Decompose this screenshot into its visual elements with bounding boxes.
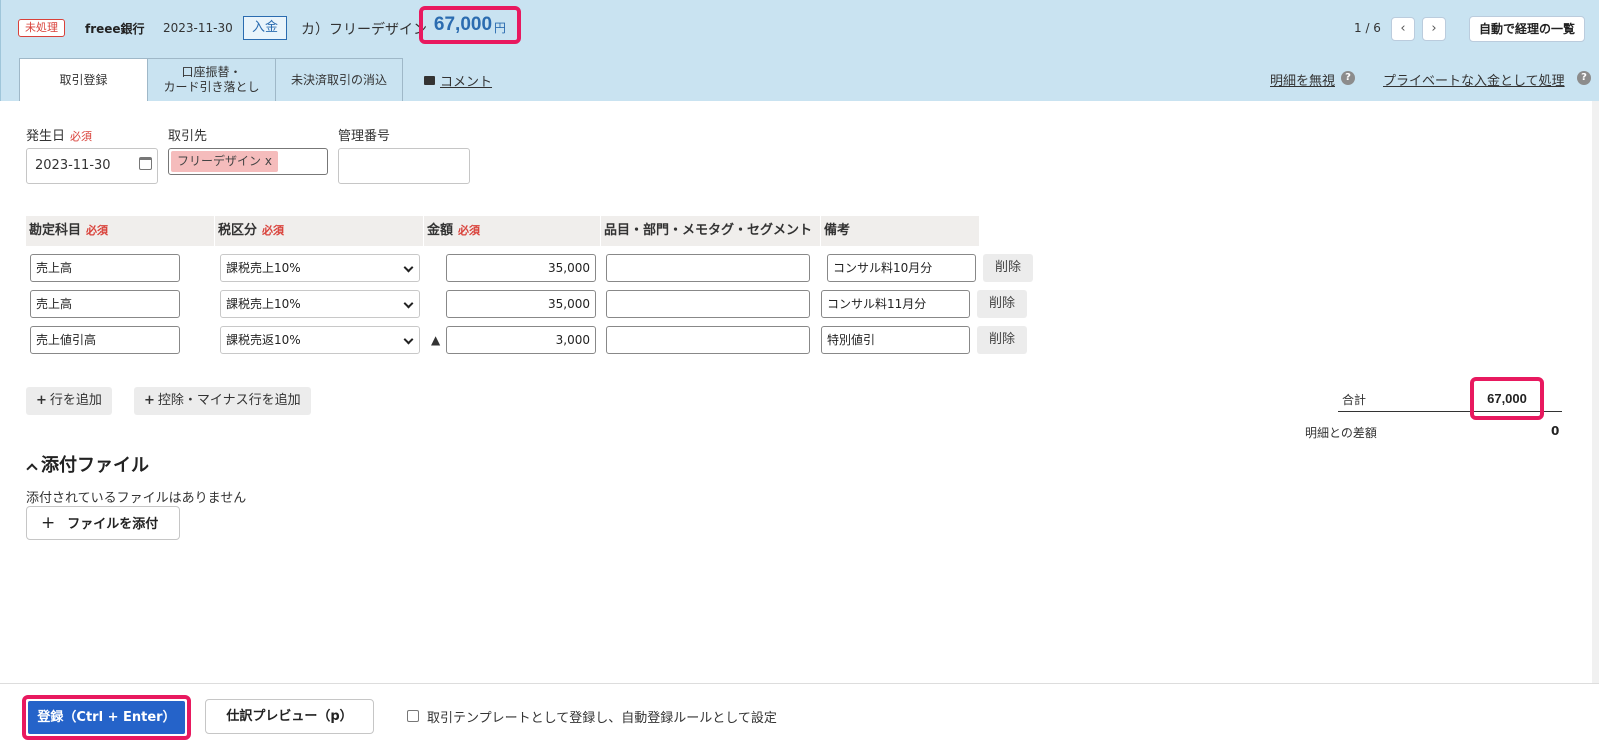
no-attachment-text: 添付されているファイルはありません (26, 491, 247, 506)
delete-row-button[interactable]: 削除 (977, 290, 1027, 318)
add-minus-row-label: 控除・マイナス行を追加 (157, 393, 301, 408)
required-mark: 必須 (86, 224, 109, 237)
auto-list-button[interactable]: 自動で経理の一覧 (1469, 16, 1586, 42)
amount-input[interactable]: 3,000 (446, 326, 596, 354)
currency-label: 円 (494, 20, 507, 35)
total-label: 合計 (1342, 393, 1367, 407)
tax-select[interactable]: 課税売上10% (220, 254, 420, 282)
partner-name: カ）フリーデザイン (301, 22, 427, 38)
difference-value: 0 (1551, 424, 1560, 438)
transaction-date: 2023-11-30 (163, 21, 233, 35)
item-input[interactable] (606, 254, 810, 282)
journal-preview-button[interactable]: 仕訳プレビュー（p） (205, 699, 374, 734)
date-label: 発生日 必須 (26, 125, 92, 144)
tab-label: 口座振替・ カード引き落とし (163, 65, 260, 94)
tab-account-transfer[interactable]: 口座振替・ カード引き落とし (147, 58, 276, 101)
note-input[interactable]: 特別値引 (821, 326, 970, 354)
header-amount-text: 金額 (427, 223, 454, 238)
management-number-label: 管理番号 (338, 129, 391, 144)
calendar-icon[interactable] (139, 157, 152, 170)
chevron-down-icon (403, 334, 414, 345)
header-account-text: 勘定科目 (29, 223, 82, 238)
account-input[interactable]: 売上高 (30, 254, 180, 282)
note-input[interactable]: コンサル料11月分 (821, 290, 970, 318)
header-item: 品目・部門・メモタグ・セグメント (601, 216, 820, 246)
header-amount: 金額 必須 (424, 216, 600, 246)
header-account: 勘定科目 必須 (26, 216, 214, 246)
minus-mark: ▲ (431, 333, 441, 347)
attachments-toggle[interactable]: 添付ファイル (26, 451, 149, 477)
amount-input[interactable]: 35,000 (446, 254, 596, 282)
add-minus-row-button[interactable]: + 控除・マイナス行を追加 (134, 387, 311, 415)
chevron-down-icon (403, 298, 414, 309)
date-label-text: 発生日 (26, 129, 66, 144)
tab-label: 未決済取引の消込 (290, 72, 387, 87)
plus-icon: + (144, 393, 155, 408)
next-page-button[interactable]: › (1422, 17, 1446, 41)
delete-row-button[interactable]: 削除 (983, 254, 1033, 282)
delete-row-button[interactable]: 削除 (977, 326, 1027, 354)
add-row-button[interactable]: + 行を追加 (26, 387, 112, 415)
amount-input[interactable]: 35,000 (446, 290, 596, 318)
app: 未処理 freee銀行 2023-11-30 入金 カ）フリーデザイン 67,0… (0, 0, 1599, 750)
private-deposit-link[interactable]: プライベートな入金として処理 (1383, 70, 1565, 89)
note-input[interactable]: コンサル料10月分 (827, 254, 976, 282)
prev-page-button[interactable]: ‹ (1391, 17, 1415, 41)
attach-file-label: ファイルを添付 (67, 517, 159, 532)
tab-register[interactable]: 取引登録 (19, 58, 148, 101)
attachments-title: 添付ファイル (41, 455, 149, 476)
status-badge: 未処理 (18, 19, 65, 37)
tab-reconcile[interactable]: 未決済取引の消込 (275, 58, 403, 101)
add-row-label: 行を追加 (49, 393, 102, 408)
help-icon[interactable]: ? (1341, 71, 1355, 85)
management-number-input[interactable] (338, 148, 470, 184)
template-checkbox-label[interactable]: 取引テンプレートとして登録し、自動登録ルールとして設定 (427, 707, 777, 726)
pager-indicator: 1 / 6 (1354, 21, 1381, 35)
header-note: 備考 (821, 216, 979, 246)
header-tax: 税区分 必須 (215, 216, 423, 246)
chevron-down-icon (403, 262, 414, 273)
tax-select-value: 課税売上10% (226, 261, 301, 275)
item-input[interactable] (606, 326, 810, 354)
comment-label: コメント (440, 75, 493, 90)
header-tax-text: 税区分 (218, 223, 258, 238)
help-icon[interactable]: ? (1577, 71, 1591, 85)
difference-label: 明細との差額 (1305, 426, 1377, 440)
tax-select[interactable]: 課税売返10% (220, 326, 420, 354)
required-mark: 必須 (70, 130, 93, 143)
transaction-type-badge: 入金 (243, 16, 287, 40)
comment-link[interactable]: コメント (424, 71, 492, 90)
plus-icon: + (41, 513, 56, 533)
scrollbar[interactable] (1592, 101, 1599, 683)
transaction-header: 未処理 freee銀行 2023-11-30 入金 カ）フリーデザイン 67,0… (0, 0, 1599, 101)
bank-name: freee銀行 (85, 22, 145, 36)
partner-tag[interactable]: フリーデザイン x (171, 151, 278, 172)
ignore-statement-link[interactable]: 明細を無視 (1270, 70, 1335, 89)
chevron-up-icon (26, 463, 38, 475)
attach-file-button[interactable]: + ファイルを添付 (26, 506, 180, 540)
account-input[interactable]: 売上高 (30, 290, 180, 318)
plus-icon: + (36, 393, 47, 408)
header-amount: 67,000 (433, 14, 493, 35)
template-checkbox[interactable] (407, 710, 419, 722)
tax-select-value: 課税売返10% (226, 333, 301, 347)
required-mark: 必須 (458, 224, 481, 237)
total-value: 67,000 (1470, 377, 1544, 420)
amount-highlight: 67,000 円 (419, 6, 521, 44)
comment-icon (424, 76, 435, 85)
account-input[interactable]: 売上値引高 (30, 326, 180, 354)
partner-label: 取引先 (168, 129, 208, 144)
submit-button[interactable]: 登録（Ctrl + Enter） (28, 701, 185, 734)
tab-label: 取引登録 (59, 72, 108, 87)
required-mark: 必須 (262, 224, 285, 237)
tax-select[interactable]: 課税売上10% (220, 290, 420, 318)
tax-select-value: 課税売上10% (226, 297, 301, 311)
item-input[interactable] (606, 290, 810, 318)
